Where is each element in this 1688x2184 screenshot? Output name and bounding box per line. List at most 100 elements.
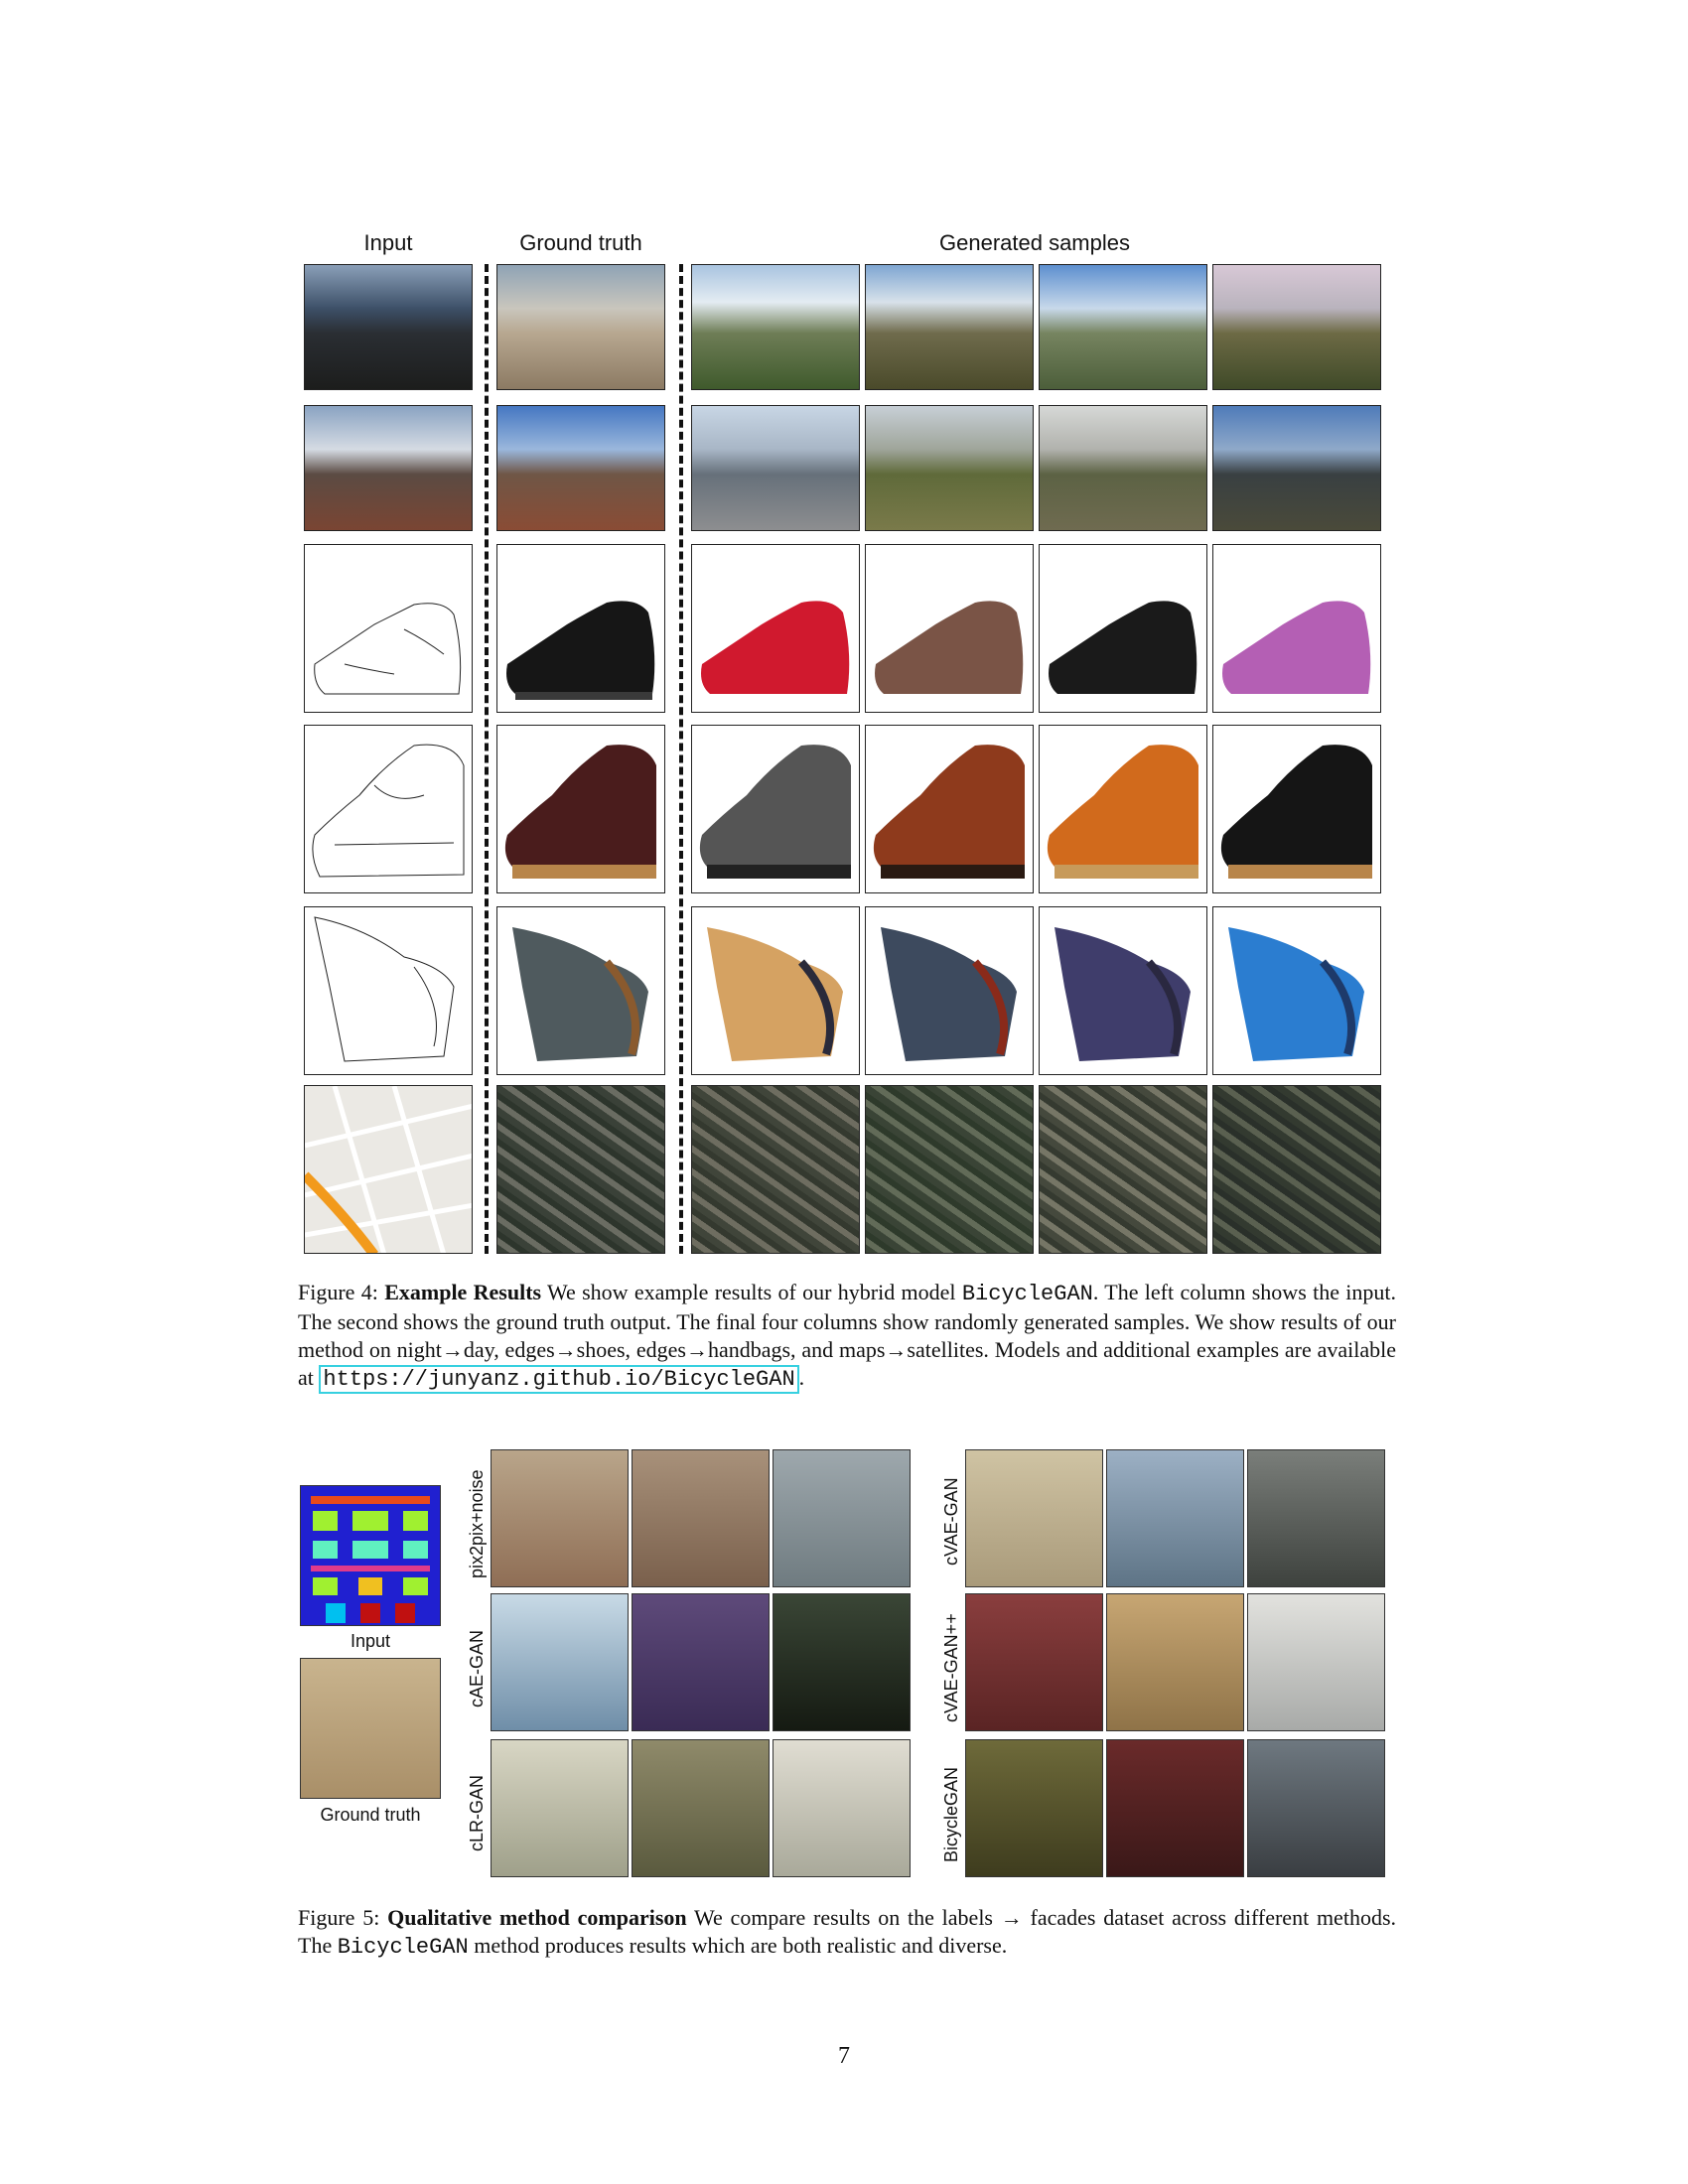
boot-sketch — [312, 744, 465, 878]
boot-shape — [1047, 745, 1198, 879]
generated-sample-image — [1039, 544, 1207, 713]
project-url-link[interactable]: https://junyanz.github.io/BicycleGAN — [319, 1365, 799, 1394]
facade-result-image — [965, 1739, 1103, 1877]
column-header-input: Input — [363, 230, 413, 255]
caption-title: Qualitative method comparison — [387, 1905, 687, 1930]
facade-result-image — [965, 1593, 1103, 1731]
separator-line — [679, 264, 683, 1254]
boot-shape — [699, 745, 851, 879]
generated-sample-image — [691, 544, 860, 713]
facade-result-image — [773, 1449, 911, 1587]
facade-result-image — [1106, 1449, 1244, 1587]
separator-line — [485, 264, 489, 1254]
generated-sample-image — [1212, 544, 1381, 713]
column-header-ground-truth: Ground truth — [519, 230, 642, 255]
handbag-shape — [1228, 927, 1364, 1061]
shoe-shape — [875, 601, 1024, 694]
facade-result-image — [632, 1739, 770, 1877]
model-name: BicycleGAN — [337, 1935, 469, 1960]
caption-text: method produces results which are both r… — [468, 1933, 1008, 1958]
ground-truth-label: Ground truth — [320, 1805, 421, 1825]
label-map — [311, 1496, 430, 1623]
generated-sample-image — [1212, 264, 1381, 390]
ground-truth-image — [496, 544, 665, 713]
generated-sample-image — [1212, 1085, 1381, 1254]
generated-sample-image — [865, 725, 1034, 893]
facade-result-image — [632, 1593, 770, 1731]
generated-sample-image — [1039, 906, 1207, 1075]
boot-shape — [1220, 745, 1372, 879]
ground-truth-facade-image — [300, 1658, 441, 1799]
method-label-clr-gan: cLR-GAN — [467, 1774, 487, 1851]
generated-sample-image — [865, 906, 1034, 1075]
handbag-shape — [881, 927, 1017, 1061]
generated-sample-image — [691, 264, 860, 390]
map-roads — [305, 1086, 472, 1253]
generated-sample-image — [691, 405, 860, 531]
handbag-shape — [512, 927, 648, 1061]
facade-result-image — [491, 1739, 629, 1877]
generated-sample-image — [1039, 264, 1207, 390]
facade-result-image — [773, 1593, 911, 1731]
page-number: 7 — [838, 2043, 850, 2069]
ground-truth-image — [496, 1085, 665, 1254]
method-label-cvae-gan: cVAE-GAN — [941, 1477, 961, 1566]
generated-sample-image — [1212, 906, 1381, 1075]
generated-sample-image — [865, 264, 1034, 390]
handbag-shape — [707, 927, 843, 1061]
boot-shape — [504, 745, 656, 879]
caption-end: . — [798, 1365, 805, 1390]
generated-sample-image — [865, 544, 1034, 713]
generated-sample-image — [1212, 405, 1381, 531]
facade-result-image — [1247, 1593, 1385, 1731]
facade-result-image — [1247, 1449, 1385, 1587]
caption-label: Figure 4: — [298, 1280, 378, 1304]
handbag-shape — [1055, 927, 1191, 1061]
method-label-cae-gan: cAE-GAN — [467, 1629, 487, 1707]
generated-sample-image — [865, 405, 1034, 531]
facade-result-image — [491, 1449, 629, 1587]
handbag-edge-input-image — [304, 906, 473, 1075]
handbag-sketch — [314, 916, 455, 1062]
facade-result-image — [1106, 1739, 1244, 1877]
generated-sample-image — [691, 1085, 860, 1254]
generated-sample-image — [691, 725, 860, 893]
generated-sample-image — [1212, 725, 1381, 893]
method-label-bicyclegan: BicycleGAN — [941, 1766, 961, 1862]
method-label-cvae-gan-plus-plus: cVAE-GAN++ — [941, 1613, 961, 1722]
facade-result-image — [1106, 1593, 1244, 1731]
shoe-shape — [506, 601, 655, 700]
generated-sample-image — [691, 906, 860, 1075]
input-label: Input — [350, 1631, 391, 1651]
ground-truth-image — [496, 906, 665, 1075]
generated-sample-image — [865, 1085, 1034, 1254]
figure-4-caption: Figure 4: Example Results We show exampl… — [298, 1279, 1396, 1394]
ground-truth-image — [496, 264, 665, 390]
night-input-image — [304, 405, 473, 531]
label-map-input-image — [300, 1485, 441, 1626]
shoe-edge-input-image — [304, 544, 473, 713]
boot-shape — [873, 745, 1025, 879]
boot-edge-input-image — [304, 725, 473, 893]
night-input-image — [304, 264, 473, 390]
caption-label: Figure 5: — [298, 1905, 380, 1930]
shoe-shape — [1222, 601, 1371, 694]
shoe-shape — [701, 601, 850, 694]
map-input-image — [304, 1085, 473, 1254]
shoe-sketch — [314, 603, 462, 695]
caption-text: We show example results of our hybrid mo… — [541, 1280, 962, 1304]
ground-truth-image — [496, 725, 665, 893]
generated-sample-image — [1039, 405, 1207, 531]
ground-truth-image — [496, 405, 665, 531]
generated-sample-image — [1039, 725, 1207, 893]
figure-5-caption: Figure 5: Qualitative method comparison … — [298, 1904, 1396, 1962]
generated-sample-image — [1039, 1085, 1207, 1254]
model-name: BicycleGAN — [961, 1282, 1093, 1306]
column-header-generated-samples: Generated samples — [939, 230, 1130, 255]
facade-result-image — [773, 1739, 911, 1877]
facade-result-image — [632, 1449, 770, 1587]
facade-result-image — [491, 1593, 629, 1731]
shoe-shape — [1049, 601, 1197, 694]
method-label-pix2pix-noise: pix2pix+noise — [467, 1469, 487, 1578]
facade-result-image — [1247, 1739, 1385, 1877]
